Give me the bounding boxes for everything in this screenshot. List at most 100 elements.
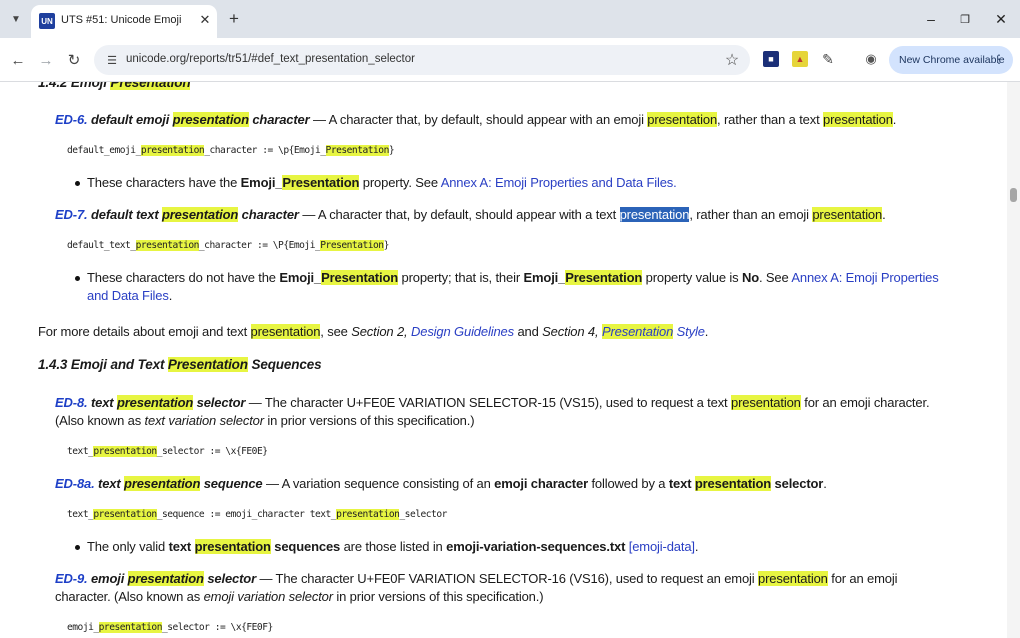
- emoji-data-link[interactable]: [emoji-data]: [629, 539, 695, 554]
- definition-text: (Also known as: [55, 413, 142, 428]
- extension-icon[interactable]: ▲: [792, 51, 808, 67]
- tab-active[interactable]: UN UTS #51: Unicode Emoji ✕: [31, 5, 217, 38]
- definition-text: .: [823, 476, 827, 491]
- highlight: presentation: [731, 395, 801, 410]
- code-ed8a: text_presentation_sequence := emoji_char…: [67, 509, 447, 520]
- term: selector: [196, 395, 246, 410]
- highlight: Presentation: [167, 357, 248, 372]
- definition-id[interactable]: ED-8a.: [55, 476, 95, 491]
- bullet-text: . See: [758, 270, 789, 285]
- presentation-style-link[interactable]: Style: [677, 324, 705, 339]
- definition-ed9: ED-9. emoji presentation selector — The …: [55, 571, 898, 586]
- highlight: presentation: [336, 509, 400, 520]
- definition-ed8a: ED-8a. text presentation sequence — A va…: [55, 476, 827, 491]
- term: emoji: [90, 571, 125, 586]
- term-ref: selector: [774, 476, 824, 491]
- definition-ed7: ED-7. default text presentation characte…: [55, 207, 886, 222]
- section-ref: Section 2,: [351, 324, 408, 339]
- highlight: presentation: [93, 509, 157, 520]
- code-text: _character := \P{Emoji_: [198, 240, 321, 251]
- definition-ed6: ED-6. default emoji presentation charact…: [55, 112, 896, 127]
- definition-text: for an emoji character.: [804, 395, 930, 410]
- selected-text[interactable]: presentation: [619, 207, 689, 222]
- tab-favicon: UN: [39, 13, 55, 29]
- annex-a-link[interactable]: Annex A: Emoji Properties: [791, 270, 938, 285]
- paragraph-text: For more details about emoji and text: [38, 324, 248, 339]
- definition-text: — A character that, by default, should a…: [302, 207, 617, 222]
- page-content: 1.4.2 Emoji Presentation ED-6. default e…: [0, 82, 1007, 638]
- vertical-scrollbar[interactable]: [1007, 82, 1020, 638]
- highlight: presentation: [812, 207, 883, 222]
- update-label: New Chrome available: [899, 54, 1005, 66]
- highlight: presentation: [194, 539, 271, 554]
- puzzle-icon[interactable]: ✎: [820, 51, 836, 67]
- definition-text: followed by a: [591, 476, 666, 491]
- annex-a-link-cont[interactable]: and Data Files: [87, 288, 169, 303]
- plus-icon[interactable]: +: [224, 9, 244, 29]
- reload-icon[interactable]: ↻: [64, 50, 84, 70]
- definition-id[interactable]: ED-8.: [55, 395, 88, 410]
- code-ed9: emoji_presentation_selector := \x{FE0F}: [67, 622, 273, 633]
- restore-icon[interactable]: ❐: [954, 8, 976, 30]
- bullet-text: These characters do not have the: [87, 270, 276, 285]
- definition-text: — A character that, by default, should a…: [313, 112, 644, 127]
- bullet-ed8a: The only valid text presentation sequenc…: [87, 539, 699, 554]
- address-bar[interactable]: ☰ unicode.org/reports/tr51/#def_text_pre…: [94, 45, 750, 75]
- highlight: presentation: [823, 112, 893, 127]
- bullet-text: property value is: [645, 270, 739, 285]
- code-text: text_: [67, 446, 94, 457]
- term: sequence: [203, 476, 263, 491]
- highlight: presentation: [161, 207, 239, 222]
- definition-id[interactable]: ED-7.: [55, 207, 88, 222]
- code-text: _character := \p{Emoji_: [204, 145, 326, 156]
- presentation-style-link[interactable]: Presentation: [601, 324, 673, 339]
- heading-text: 1.4.3 Emoji and Text: [38, 357, 165, 372]
- value-no: No: [741, 270, 759, 285]
- heading-text: 1.4.2 Emoji: [38, 82, 111, 90]
- tab-search-icon[interactable]: ▼: [6, 9, 26, 29]
- property-name: Emoji_: [240, 175, 283, 190]
- highlight: presentation: [93, 446, 157, 457]
- extension-icon[interactable]: ■: [763, 51, 779, 67]
- forward-icon[interactable]: →: [36, 50, 56, 70]
- highlight: presentation: [140, 145, 205, 156]
- definition-id[interactable]: ED-9.: [55, 571, 88, 586]
- paragraph-text: and: [517, 324, 539, 339]
- definition-id[interactable]: ED-6.: [55, 112, 88, 127]
- term-alt: text variation selector: [144, 413, 265, 428]
- definition-text: — A variation sequence consisting of an: [265, 476, 491, 491]
- definition-ed9-line2: character. (Also known as emoji variatio…: [55, 589, 544, 604]
- term-alt: emoji variation selector: [203, 589, 334, 604]
- minimize-icon[interactable]: –: [920, 8, 942, 30]
- term-ref: emoji character: [494, 476, 588, 491]
- annex-a-link[interactable]: Annex A: Emoji Properties and Data Files: [441, 175, 674, 190]
- definition-text: for an emoji: [831, 571, 898, 586]
- back-icon[interactable]: ←: [8, 50, 28, 70]
- bullet-ed7: These characters do not have the Emoji_P…: [87, 270, 939, 285]
- highlight: presentation: [98, 622, 162, 633]
- update-chrome-button[interactable]: New Chrome available ⋮: [889, 46, 1013, 74]
- url-text[interactable]: unicode.org/reports/tr51/#def_text_prese…: [126, 53, 415, 65]
- bullet-ed7-line2: and Data Files.: [87, 288, 172, 303]
- close-icon[interactable]: ✕: [197, 12, 213, 28]
- bullet-marker: [75, 181, 80, 186]
- highlight: presentation: [694, 476, 772, 491]
- site-info-icon[interactable]: ☰: [104, 52, 120, 68]
- star-icon[interactable]: ☆: [722, 50, 742, 70]
- property-name: Emoji_: [279, 270, 322, 285]
- design-guidelines-link[interactable]: Design Guidelines: [411, 324, 514, 339]
- scrollbar-thumb[interactable]: [1010, 188, 1017, 202]
- code-text: emoji_: [67, 622, 99, 633]
- section-heading-142: 1.4.2 Emoji Presentation: [38, 82, 191, 90]
- more-icon[interactable]: ⋮: [993, 52, 1005, 66]
- definition-text: — The character U+FE0F VARIATION SELECTO…: [259, 571, 755, 586]
- highlight: Presentation: [282, 175, 360, 190]
- term: text: [90, 395, 114, 410]
- term: default emoji: [90, 112, 170, 127]
- file-name: emoji-variation-sequences.txt: [446, 539, 626, 554]
- window-close-icon[interactable]: ✕: [990, 8, 1012, 30]
- code-text: default_text_: [67, 240, 136, 251]
- term: character: [252, 112, 310, 127]
- profile-icon[interactable]: ◉: [863, 51, 879, 67]
- property-name: Emoji_: [523, 270, 566, 285]
